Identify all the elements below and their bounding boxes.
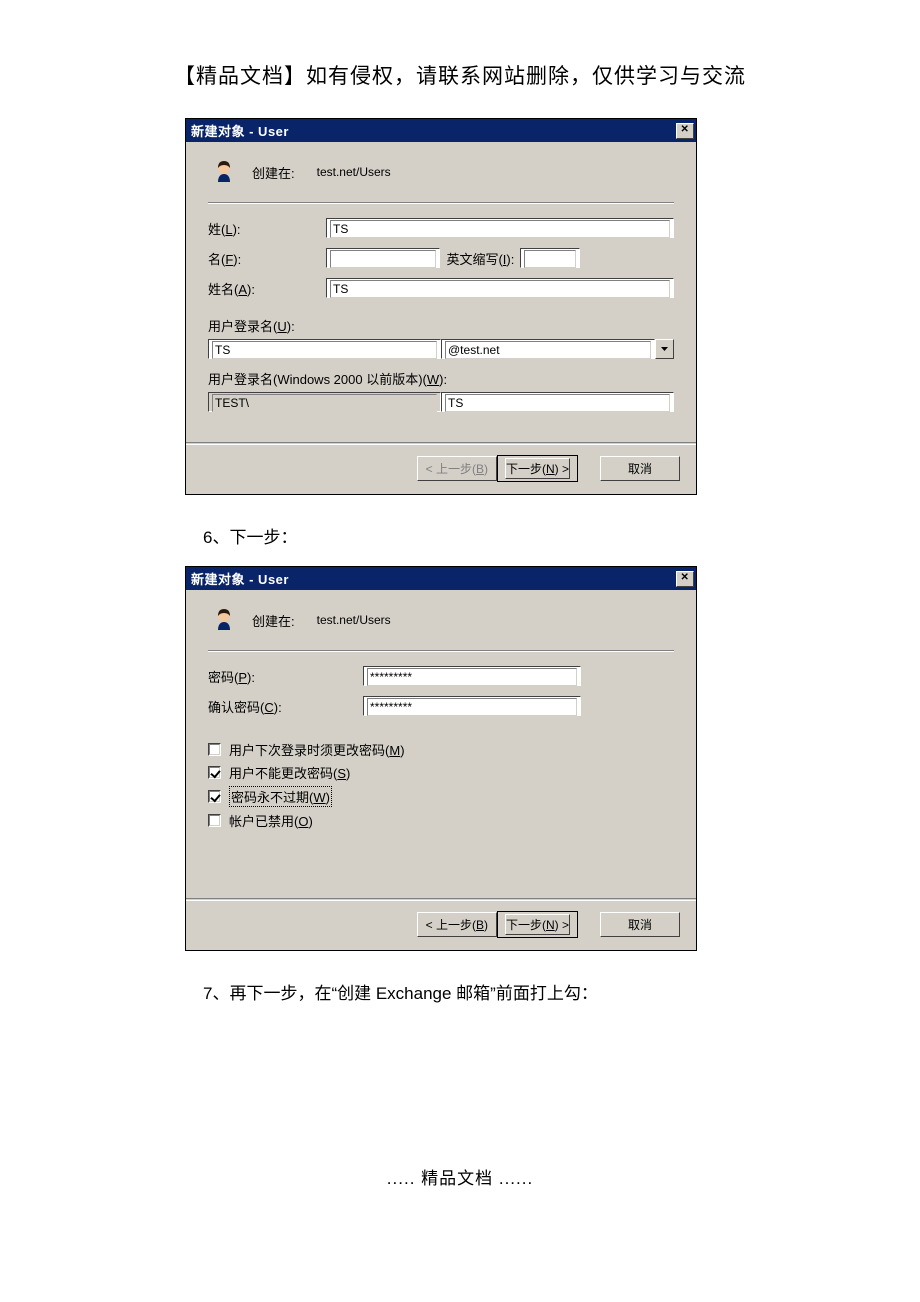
surname-input[interactable]: TS bbox=[326, 218, 674, 238]
logon-2000-label: 用户登录名(Windows 2000 以前版本)(W): bbox=[208, 369, 674, 388]
cancel-button[interactable]: 取消 bbox=[600, 456, 680, 481]
logon-name-input[interactable]: TS bbox=[208, 339, 441, 359]
dialog-title: 新建对象 - User bbox=[191, 121, 289, 140]
password-input[interactable]: ********* bbox=[363, 666, 581, 686]
surname-label: 姓(L): bbox=[208, 219, 326, 238]
step-7-text: 7、再下一步，在“创建 Exchange 邮箱”前面打上勾： bbox=[203, 979, 880, 1004]
create-in-path: test.net/Users bbox=[317, 165, 391, 179]
confirm-password-input[interactable]: ********* bbox=[363, 696, 581, 716]
next-button[interactable]: 下一步(N) > bbox=[497, 911, 578, 938]
chevron-down-icon[interactable] bbox=[655, 339, 674, 359]
logon-2000-domain-input: TEST\ bbox=[208, 392, 441, 412]
close-icon[interactable]: ✕ bbox=[676, 123, 694, 139]
logon-domain-combo[interactable]: @test.net bbox=[441, 339, 655, 359]
titlebar: 新建对象 - User ✕ bbox=[186, 119, 696, 142]
cannot-change-password-checkbox[interactable]: 用户不能更改密码(S) bbox=[208, 763, 674, 782]
document-header: 【精品文档】如有侵权，请联系网站删除，仅供学习与交流 bbox=[40, 60, 880, 90]
password-never-expires-checkbox[interactable]: 密码永不过期(W) bbox=[208, 786, 674, 807]
user-head-icon bbox=[208, 156, 240, 188]
close-icon[interactable]: ✕ bbox=[676, 571, 694, 587]
next-button[interactable]: 下一步(N) > bbox=[497, 455, 578, 482]
create-in-path: test.net/Users bbox=[317, 613, 391, 627]
step-6-text: 6、下一步： bbox=[203, 523, 880, 548]
create-user-dialog-step1: 新建对象 - User ✕ 创建在: test.net/Users 姓(L): … bbox=[185, 118, 697, 495]
logon-2000-name-input[interactable]: TS bbox=[441, 392, 674, 412]
titlebar: 新建对象 - User ✕ bbox=[186, 567, 696, 590]
back-button: < 上一步(B) bbox=[417, 456, 497, 481]
create-in-label: 创建在: bbox=[252, 163, 295, 182]
back-button[interactable]: < 上一步(B) bbox=[417, 912, 497, 937]
logon-name-label: 用户登录名(U): bbox=[208, 316, 674, 335]
given-name-input[interactable] bbox=[326, 248, 440, 268]
given-name-label: 名(F): bbox=[208, 249, 326, 268]
initials-input[interactable] bbox=[520, 248, 580, 268]
user-head-icon bbox=[208, 604, 240, 636]
confirm-password-label: 确认密码(C): bbox=[208, 697, 363, 716]
account-disabled-checkbox[interactable]: 帐户已禁用(O) bbox=[208, 811, 674, 830]
document-footer: ..... 精品文档 ...... bbox=[40, 1164, 880, 1189]
change-at-next-logon-checkbox[interactable]: 用户下次登录时须更改密码(M) bbox=[208, 740, 674, 759]
create-user-dialog-step2: 新建对象 - User ✕ 创建在: test.net/Users 密码(P):… bbox=[185, 566, 697, 951]
fullname-label: 姓名(A): bbox=[208, 279, 326, 298]
create-in-label: 创建在: bbox=[252, 611, 295, 630]
initials-label: 英文缩写(I): bbox=[446, 249, 514, 268]
dialog-title: 新建对象 - User bbox=[191, 569, 289, 588]
fullname-input[interactable]: TS bbox=[326, 278, 674, 298]
password-label: 密码(P): bbox=[208, 667, 363, 686]
cancel-button[interactable]: 取消 bbox=[600, 912, 680, 937]
